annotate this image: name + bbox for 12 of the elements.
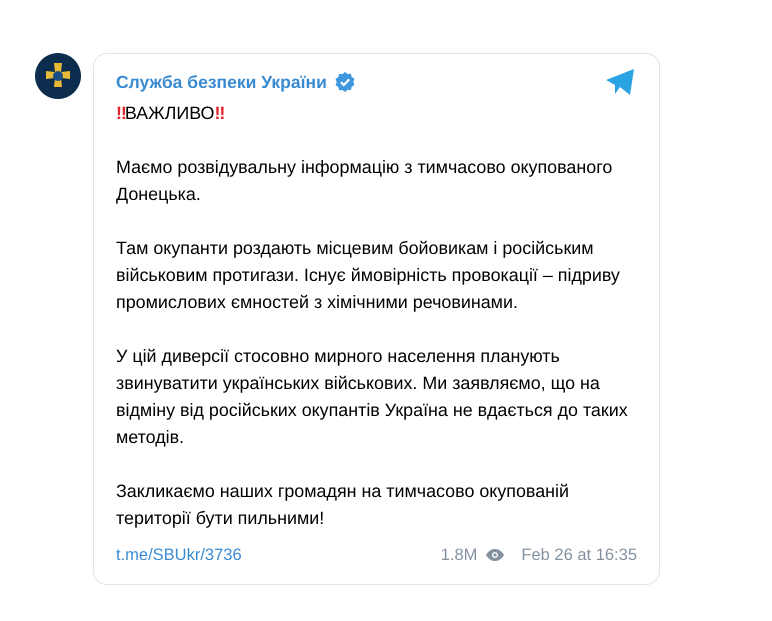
post-paragraph: Маємо розвідувальну інформацію з тимчасово окупованого Донецька.	[116, 156, 614, 206]
channel-name[interactable]: Служба безпеки України	[116, 68, 327, 96]
post-paragraph: Закликаємо наших громадян на тимчасово окупованій території бути пильними!	[116, 480, 570, 530]
post-paragraph: Там окупанти роздають місцевим бойовикам і російським військовим протигази. Існує ймовірність провокації – підриву промислових ємностей з хімічними речовинами.	[116, 237, 621, 314]
eye-icon	[485, 548, 506, 562]
post-date: Feb 26 at 16:35	[521, 545, 637, 566]
post-paragraph: У цій диверсії стосовно мирного населення планують звинуватити українських військових. Ми заявляємо, що на відміну від російських окупантів Україна не вдається до таких методів.	[116, 345, 629, 449]
telegram-logo-icon[interactable]	[605, 68, 637, 96]
view-count: 1.8M	[440, 545, 478, 566]
post-link[interactable]: t.me/SBUkr/3736	[116, 543, 242, 568]
channel-avatar	[35, 53, 81, 99]
headline-text: ‼ВАЖЛИВО‼	[116, 102, 225, 125]
